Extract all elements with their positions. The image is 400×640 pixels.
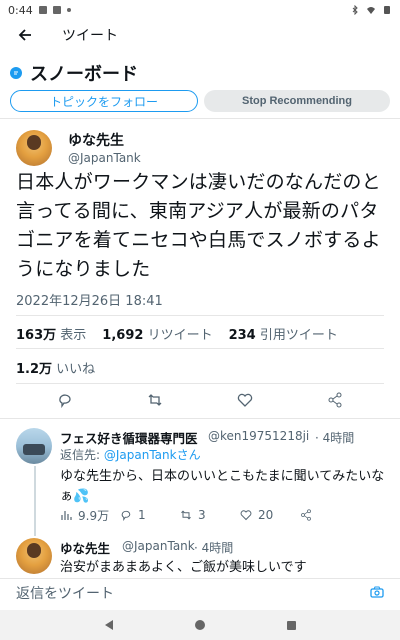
nav-back-icon[interactable] [104, 620, 113, 630]
avatar[interactable] [16, 538, 52, 574]
dot-icon [66, 8, 71, 12]
divider [0, 418, 400, 419]
share-action[interactable] [300, 509, 360, 521]
reply-author-name[interactable]: フェス好き循環器専門医 [60, 428, 198, 447]
reply-author-handle[interactable]: @JapanTank [122, 539, 195, 553]
topic-header: スノーボード [10, 60, 138, 86]
share-icon[interactable] [327, 392, 343, 412]
system-nav-bar [0, 610, 400, 640]
status-bar: 0:44 [0, 0, 400, 20]
topic-title: スノーボード [30, 64, 138, 85]
reply-icon [121, 510, 131, 521]
reply-text: 治安がまあまあよく、ご飯が美味しいです [60, 560, 307, 575]
reply-count: 1 [138, 508, 146, 522]
views-count: 9.9万 [78, 508, 110, 523]
topic-icon [10, 67, 22, 79]
tweet-actions [0, 392, 400, 412]
tweet-stats: 163万 表示 1,692 リツイート 234 引用ツイート [16, 324, 338, 343]
retweet-action[interactable]: 3 [180, 508, 240, 522]
nav-home-icon[interactable] [194, 620, 205, 630]
reply-time: · 4時間 [315, 431, 355, 445]
reply-author-name[interactable]: ゆな先生 [60, 538, 110, 557]
views-action[interactable]: 9.9万 [60, 507, 120, 524]
thread-connector [34, 466, 36, 536]
author-name[interactable]: ゆな先生 [68, 130, 124, 150]
compose-bar: 返信をツイート [0, 578, 400, 606]
reply-icon[interactable] [57, 392, 73, 412]
status-notification-icons [38, 6, 71, 14]
like-action[interactable]: 20 [240, 508, 300, 522]
likes-stats: 1.2万 いいね [16, 358, 95, 377]
stop-recommending-button[interactable]: Stop Recommending [204, 90, 390, 112]
retweet-icon[interactable] [147, 392, 163, 412]
reply-actions: 9.9万 1 3 20 [60, 506, 360, 524]
divider [16, 383, 384, 384]
reply-to-link[interactable]: @JapanTankさん [104, 448, 201, 462]
likes-stat[interactable]: 1.2万 いいね [16, 358, 95, 377]
share-icon [301, 509, 311, 521]
author-handle[interactable]: @JapanTank [68, 151, 141, 165]
status-time: 0:44 [8, 3, 33, 17]
divider [0, 118, 400, 119]
back-arrow-icon[interactable] [16, 26, 34, 44]
reply-author-handle[interactable]: @ken19751218ji [208, 429, 309, 443]
topic-actions: トピックをフォロー Stop Recommending [10, 90, 390, 112]
page-title: ツイート [62, 28, 118, 44]
avatar[interactable] [16, 130, 52, 166]
retweet-count: 3 [198, 508, 206, 522]
bluetooth-icon [352, 5, 358, 15]
like-icon [240, 510, 252, 521]
reply-input[interactable]: 返信をツイート [16, 583, 370, 603]
retweet-icon [181, 510, 191, 520]
status-system-icons [350, 5, 392, 15]
like-count: 20 [258, 508, 274, 522]
reply-to-line: 返信先: @JapanTankさん [60, 446, 201, 463]
top-bar: ツイート [0, 20, 400, 50]
settings-icon [52, 6, 61, 14]
views-icon [61, 511, 72, 520]
camera-icon[interactable] [370, 583, 384, 602]
tweet-text: 日本人がワークマンは凄いだのなんだのと言ってる間に、東南アジア人が最新のパタゴニ… [16, 171, 381, 280]
divider [16, 348, 384, 349]
wifi-icon [367, 7, 375, 14]
reply-text: ゆな先生から、日本のいいとこもたまに聞いてみたいなぁ💦 [60, 469, 385, 504]
notification-icon [38, 6, 47, 14]
avatar[interactable] [16, 428, 52, 464]
nav-recent-icon[interactable] [286, 620, 296, 630]
reply-action[interactable]: 1 [120, 508, 180, 522]
reply-time: · 4時間 [194, 541, 234, 555]
views-stat[interactable]: 163万 表示 [16, 324, 86, 343]
tweet-date[interactable]: 2022年12月26日 18:41 [16, 290, 163, 309]
follow-topic-button[interactable]: トピックをフォロー [10, 90, 198, 112]
reply-to-label: 返信先: [60, 448, 104, 462]
retweets-stat[interactable]: 1,692 リツイート [102, 324, 212, 343]
quotes-stat[interactable]: 234 引用ツイート [229, 324, 338, 343]
like-icon[interactable] [237, 392, 253, 412]
divider [16, 315, 384, 316]
battery-icon [384, 6, 390, 14]
